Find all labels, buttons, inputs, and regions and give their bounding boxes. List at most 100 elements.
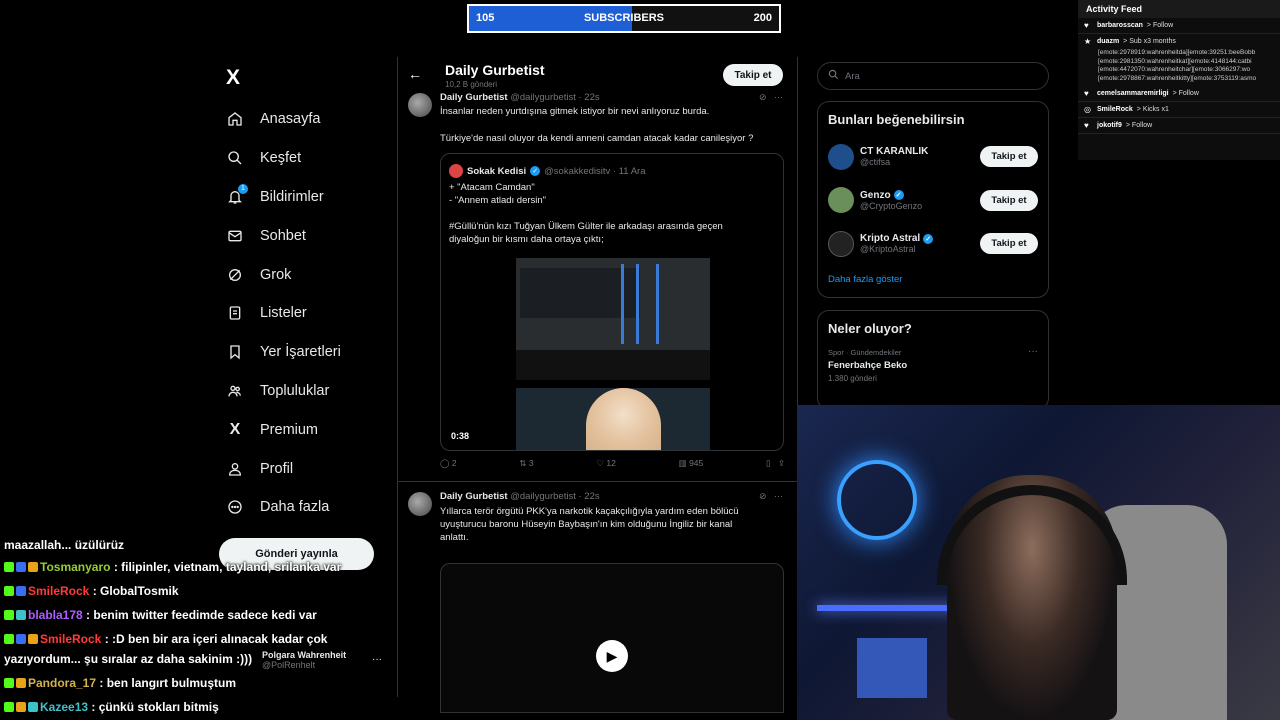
- reply-button[interactable]: ◯ 2: [440, 458, 457, 469]
- subscriber-label: SUBSCRIBERS: [583, 12, 665, 24]
- avatar: [449, 164, 463, 178]
- more-options-icon[interactable]: ···: [774, 92, 783, 102]
- kick-badge-icon: [4, 562, 14, 572]
- nav-item-more[interactable]: Daha fazla: [226, 488, 396, 527]
- nav-item-messages[interactable]: Sohbet: [226, 216, 396, 255]
- tweet-tools: ⊘ ···: [759, 491, 783, 502]
- notification-badge: 1: [238, 183, 248, 194]
- mail-icon: [226, 227, 244, 245]
- trends-card: Neler oluyor? Spor · Gündemdekiler Fener…: [817, 310, 1049, 410]
- gift-badge-icon: [28, 562, 38, 572]
- nav-item-lists[interactable]: Listeler: [226, 294, 396, 333]
- feed-emote-line: [emote:2978867:wahrenheitkitty][emote:37…: [1098, 74, 1257, 82]
- more-icon: [226, 498, 244, 516]
- tweet-tools: ⊘ ···: [759, 92, 783, 103]
- activity-feed-title: Activity Feed: [1078, 0, 1280, 18]
- chat-user: Pandora_17: [28, 676, 97, 690]
- follow-button[interactable]: Takip et: [980, 233, 1038, 255]
- kick-badge-icon: [4, 586, 14, 596]
- tweet-text: Türkiye'de nasıl oluyor da kendi anneni …: [440, 133, 754, 144]
- nav-item-profile[interactable]: Profil: [226, 449, 396, 488]
- account-info: Genzo ✓ @CryptoGenzo: [860, 189, 923, 211]
- more-options-icon[interactable]: ···: [774, 491, 783, 501]
- more-options-icon[interactable]: ···: [1028, 346, 1038, 357]
- star-icon: ★: [1084, 37, 1092, 46]
- nav-item-notifications[interactable]: 1 Bildirimler: [226, 178, 396, 217]
- nav-item-grok[interactable]: Grok: [226, 255, 396, 294]
- back-arrow-icon[interactable]: ←: [408, 66, 422, 82]
- search-input[interactable]: Ara: [817, 62, 1049, 90]
- tweet-header: Daily Gurbetist @dailygurbetist · 22s: [440, 92, 600, 103]
- feed-emote-line: [emote:4472070:wahrenheitchar][emote:306…: [1098, 66, 1251, 73]
- video-frame[interactable]: [516, 388, 710, 450]
- search-placeholder: Ara: [845, 70, 860, 82]
- like-button[interactable]: ♡ 12: [596, 458, 615, 469]
- nav-item-premium[interactable]: X Premium: [226, 410, 396, 449]
- profile-header: ← Daily Gurbetist 10,2 B gönderi Takip e…: [398, 58, 797, 90]
- post-count: 10,2 B gönderi: [445, 80, 498, 89]
- play-icon[interactable]: ▶: [596, 640, 628, 672]
- list-icon: [226, 304, 244, 322]
- views-button[interactable]: ▥ 945: [679, 458, 704, 469]
- video-thumbnail[interactable]: [516, 258, 710, 380]
- suggested-account[interactable]: Kripto Astral ✓ @KriptoAstral Takip et: [818, 222, 1048, 266]
- show-more-link[interactable]: Daha fazla göster: [818, 266, 1048, 295]
- more-options-icon[interactable]: ···: [372, 654, 382, 665]
- heart-icon: ♥: [1084, 89, 1089, 98]
- tweet[interactable]: Daily Gurbetist @dailygurbetist · 22s ⊘ …: [398, 90, 797, 482]
- grok-icon[interactable]: ⊘: [759, 491, 767, 501]
- chat-message: SmileRock : :D ben bir ara içeri alınaca…: [4, 632, 327, 646]
- verified-icon: ✓: [923, 233, 934, 244]
- profile-icon: [226, 460, 244, 478]
- kick-badge-icon: [4, 702, 14, 712]
- follow-button[interactable]: Takip et: [723, 64, 783, 86]
- follow-button[interactable]: Takip et: [980, 189, 1038, 211]
- trend-item[interactable]: Spor · Gündemdekiler Fenerbahçe Beko 1.3…: [818, 344, 1048, 387]
- chat-message: SmileRock : GlobalTosmik: [4, 584, 179, 598]
- subscriber-goal: 200: [753, 12, 772, 24]
- grok-icon[interactable]: ⊘: [759, 92, 767, 102]
- suggested-account[interactable]: CT KARANLIK @ctifsa Takip et: [818, 135, 1048, 179]
- avatar[interactable]: [408, 93, 432, 117]
- crown-badge-icon: [28, 634, 38, 644]
- nav-item-home[interactable]: Anasayfa: [226, 100, 396, 139]
- bookmark-icon: ▯: [766, 458, 771, 468]
- tweet-header: Daily Gurbetist @dailygurbetist · 22s: [440, 491, 600, 502]
- heart-icon: ♥: [1084, 121, 1089, 130]
- quoted-tweet[interactable]: Sokak Kedisi ✓ @sokakkedisitv · 11 Ara +…: [440, 153, 784, 451]
- suggested-account[interactable]: Genzo ✓ @CryptoGenzo Takip et: [818, 179, 1048, 223]
- avatar[interactable]: [408, 492, 432, 516]
- feed-event: ★ duazm > Sub x3 months: [1084, 37, 1176, 46]
- communities-icon: [226, 382, 244, 400]
- tweet[interactable]: Daily Gurbetist @dailygurbetist · 22s ⊘ …: [398, 490, 797, 713]
- avatar[interactable]: [828, 187, 854, 214]
- video-player[interactable]: ▶: [440, 563, 784, 713]
- tweet-actions: ◯ 2 ⇅ 3 ♡ 12 ▥ 945 ▯ ⇪: [440, 458, 785, 469]
- sub-badge-icon: [16, 610, 26, 620]
- follow-button[interactable]: Takip et: [980, 146, 1038, 168]
- who-to-follow-title: Bunları beğenebilirsin: [828, 112, 965, 127]
- nav-item-bookmarks[interactable]: Yer İşaretleri: [226, 333, 396, 372]
- nav-item-explore[interactable]: Keşfet: [226, 139, 396, 178]
- home-icon: [226, 110, 244, 128]
- sub-badge-icon: [16, 562, 26, 572]
- kick-badge-icon: [4, 634, 14, 644]
- account-switcher[interactable]: Polgara Wahrenheit @PolRenhelt: [262, 650, 346, 670]
- verified-icon: ✓: [530, 166, 541, 176]
- heart-icon: ♥: [1084, 21, 1089, 30]
- avatar[interactable]: [828, 143, 854, 170]
- bookmark-share[interactable]: ▯ ⇪: [766, 458, 785, 469]
- feed-emote-line: [emote:2981350:wahrenheitkat][emote:4148…: [1098, 57, 1252, 65]
- nav-item-communities[interactable]: Topluluklar: [226, 372, 396, 411]
- chat-user: SmileRock: [40, 632, 102, 646]
- x-logo[interactable]: X: [226, 66, 240, 90]
- repost-icon: ⇅: [519, 458, 527, 468]
- sub-badge-icon: [16, 586, 26, 596]
- headset: [937, 485, 1127, 585]
- grok-icon: [226, 266, 244, 284]
- avatar[interactable]: [828, 230, 854, 257]
- sub-badge-icon: [28, 702, 38, 712]
- repost-button[interactable]: ⇅ 3: [519, 458, 533, 469]
- feed-event: ♥ barbarosscan > Follow: [1078, 18, 1280, 34]
- account-info: CT KARANLIK @ctifsa: [860, 146, 929, 168]
